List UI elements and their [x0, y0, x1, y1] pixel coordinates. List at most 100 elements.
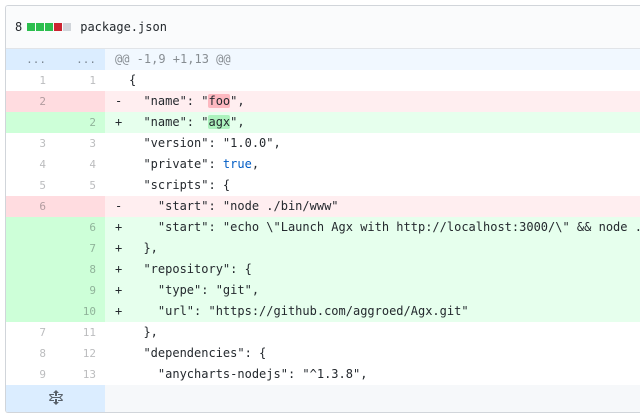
old-line-number[interactable]	[6, 259, 54, 280]
diffstat-block	[63, 23, 72, 31]
diff-table: ... ... @@ -1,9 +1,13 @@ 11 {2- "name": …	[6, 49, 640, 412]
new-line-number[interactable]	[54, 196, 105, 217]
diff-line: 11 {	[6, 70, 640, 91]
new-line-number[interactable]: 11	[54, 322, 105, 343]
code-token: "name": "	[129, 115, 209, 129]
diffstat-block	[45, 23, 54, 31]
new-line-number[interactable]: 10	[54, 301, 105, 322]
old-line-number[interactable]: 4	[6, 154, 54, 175]
diffstat-block	[27, 23, 36, 31]
old-line-number[interactable]: 8	[6, 343, 54, 364]
old-line-number[interactable]: 1	[6, 70, 54, 91]
line-code: "dependencies": {	[105, 343, 640, 364]
old-line-number[interactable]	[6, 301, 54, 322]
code-token: foo	[208, 94, 231, 108]
diff-line: 55 "scripts": {	[6, 175, 640, 196]
line-code: + "url": "https://github.com/aggroed/Agx…	[105, 301, 640, 322]
hunk-expand-old[interactable]: ...	[6, 49, 54, 70]
line-code: + "name": "agx",	[105, 112, 640, 133]
diff-sign	[115, 343, 129, 364]
diff-line: 2 - "name": "foo",	[6, 91, 640, 112]
diff-line: 9 + "type": "git",	[6, 280, 640, 301]
file-header: 8 package.json	[6, 6, 640, 49]
line-code: "anycharts-nodejs": "^1.3.8",	[105, 364, 640, 385]
diff-line: 7 11 },	[6, 322, 640, 343]
code-token: "private":	[129, 157, 223, 171]
expand-button[interactable]	[6, 385, 105, 412]
code-token: true	[222, 157, 252, 171]
code-token: "anycharts-nodejs": "^1.3.8",	[129, 367, 368, 381]
diff-sign: +	[115, 283, 123, 297]
old-line-number[interactable]: 9	[6, 364, 54, 385]
new-line-number[interactable]: 7	[54, 238, 105, 259]
code-token: "type": "git",	[129, 283, 260, 297]
hunk-header: ... ... @@ -1,9 +1,13 @@	[6, 49, 640, 70]
code-token: "dependencies": {	[129, 346, 267, 360]
code-token: "start": "echo \"Launch Agx with http://…	[157, 220, 640, 234]
change-count: 8	[15, 20, 23, 34]
line-code: "scripts": {	[105, 175, 640, 196]
code-token: "repository": {	[129, 262, 252, 276]
new-line-number[interactable]: 9	[54, 280, 105, 301]
file-name-link[interactable]: package.json	[80, 20, 167, 34]
diffstat-block	[54, 23, 63, 31]
code-token: },	[129, 241, 158, 255]
line-code: },	[105, 322, 640, 343]
diff-sign: +	[115, 262, 123, 276]
diff-line: 6 + "start": "echo \"Launch Agx with http…	[6, 217, 640, 238]
diff-line: 44 "private": true,	[6, 154, 640, 175]
code-token: ",	[230, 94, 245, 108]
diffstat-block	[36, 23, 45, 31]
line-code: "version": "1.0.0",	[105, 133, 640, 154]
diff-line: 9 13 "anycharts-nodejs": "^1.3.8",	[6, 364, 640, 385]
unfold-icon	[48, 390, 63, 406]
old-line-number[interactable]: 5	[6, 175, 54, 196]
new-line-number[interactable]: 1	[54, 70, 105, 91]
old-line-number[interactable]: 3	[6, 133, 54, 154]
diff-line: 6 - "start": "node ./bin/www"	[6, 196, 640, 217]
line-code: "private": true,	[105, 154, 640, 175]
old-line-number[interactable]: 6	[6, 196, 54, 217]
code-token: "name": "	[129, 94, 209, 108]
diff-line: 33 "version": "1.0.0",	[6, 133, 640, 154]
old-line-number[interactable]	[6, 217, 54, 238]
code-token: agx	[208, 115, 231, 129]
line-code: + "type": "git",	[105, 280, 640, 301]
old-line-number[interactable]	[6, 112, 54, 133]
diff-sign	[115, 322, 129, 343]
line-code: - "name": "foo",	[105, 91, 640, 112]
old-line-number[interactable]	[6, 238, 54, 259]
line-code: + },	[105, 238, 640, 259]
code-token: ",	[230, 115, 245, 129]
new-line-number[interactable]: 4	[54, 154, 105, 175]
diff-sign: +	[115, 115, 123, 129]
diff-line: 8 + "repository": {	[6, 259, 640, 280]
old-line-number[interactable]: 7	[6, 322, 54, 343]
diff-sign: -	[115, 199, 123, 213]
code-token: "url": "https://github.com/aggroed/Agx.g…	[129, 304, 469, 318]
diff-line: 2 + "name": "agx",	[6, 112, 640, 133]
old-line-number[interactable]	[6, 280, 54, 301]
hunk-expand-new[interactable]: ...	[54, 49, 105, 70]
new-line-number[interactable]: 8	[54, 259, 105, 280]
code-token: "scripts": {	[129, 178, 231, 192]
code-token: "version": "1.0.0",	[129, 136, 281, 150]
diff-sign: +	[115, 241, 123, 255]
new-line-number[interactable]: 6	[54, 217, 105, 238]
diff-line: 8 12 "dependencies": {	[6, 343, 640, 364]
old-line-number[interactable]: 2	[6, 91, 54, 112]
new-line-number[interactable]	[54, 91, 105, 112]
diff-sign	[115, 364, 129, 385]
diff-sign	[115, 70, 129, 91]
line-code: + "start": "echo \"Launch Agx with http:…	[105, 217, 640, 238]
expand-row	[6, 385, 640, 412]
new-line-number[interactable]: 5	[54, 175, 105, 196]
expand-spacer	[105, 385, 640, 412]
line-code: {	[105, 70, 640, 91]
new-line-number[interactable]: 12	[54, 343, 105, 364]
new-line-number[interactable]: 3	[54, 133, 105, 154]
diff-sign	[115, 133, 129, 154]
new-line-number[interactable]: 2	[54, 112, 105, 133]
diff-file: 8 package.json ... ... @@ -1,9 +1,13 @@ …	[5, 5, 640, 413]
new-line-number[interactable]: 13	[54, 364, 105, 385]
